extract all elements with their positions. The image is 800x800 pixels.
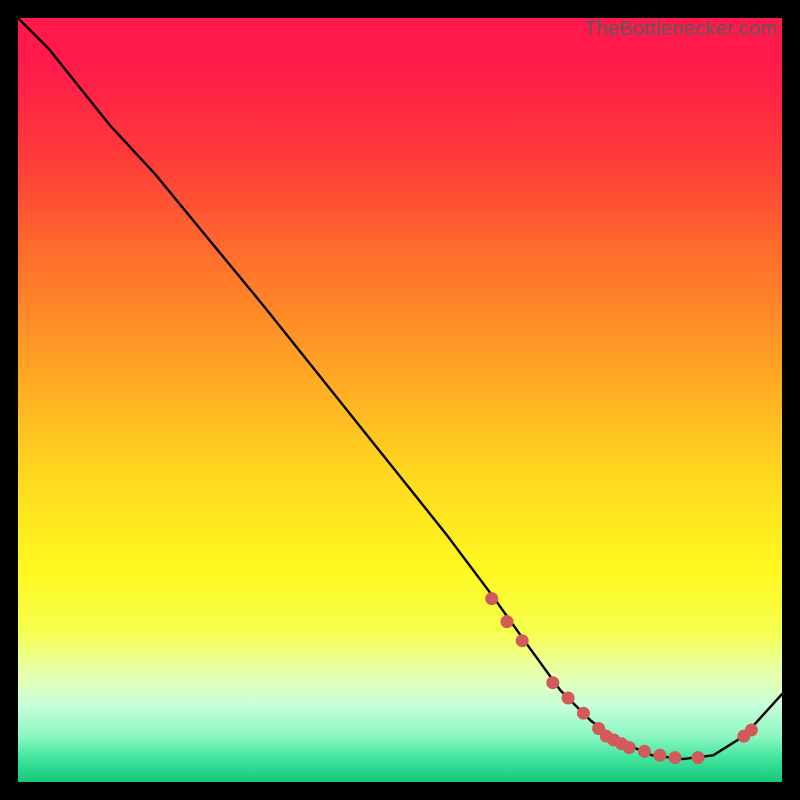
data-marker	[577, 707, 590, 720]
plot-svg	[18, 18, 782, 782]
data-marker	[692, 751, 705, 764]
data-marker	[501, 615, 514, 628]
data-marker	[516, 634, 529, 647]
chart-frame: TheBottlenecker.com	[0, 0, 800, 800]
watermark-text: TheBottlenecker.com	[584, 18, 778, 41]
plot-area: TheBottlenecker.com	[18, 18, 782, 782]
gradient-background	[18, 18, 782, 782]
data-marker	[562, 692, 575, 705]
data-marker	[638, 745, 651, 758]
data-marker	[623, 741, 636, 754]
data-marker	[653, 749, 666, 762]
data-marker	[669, 751, 682, 764]
data-marker	[546, 676, 559, 689]
data-marker	[745, 724, 758, 737]
data-marker	[485, 592, 498, 605]
